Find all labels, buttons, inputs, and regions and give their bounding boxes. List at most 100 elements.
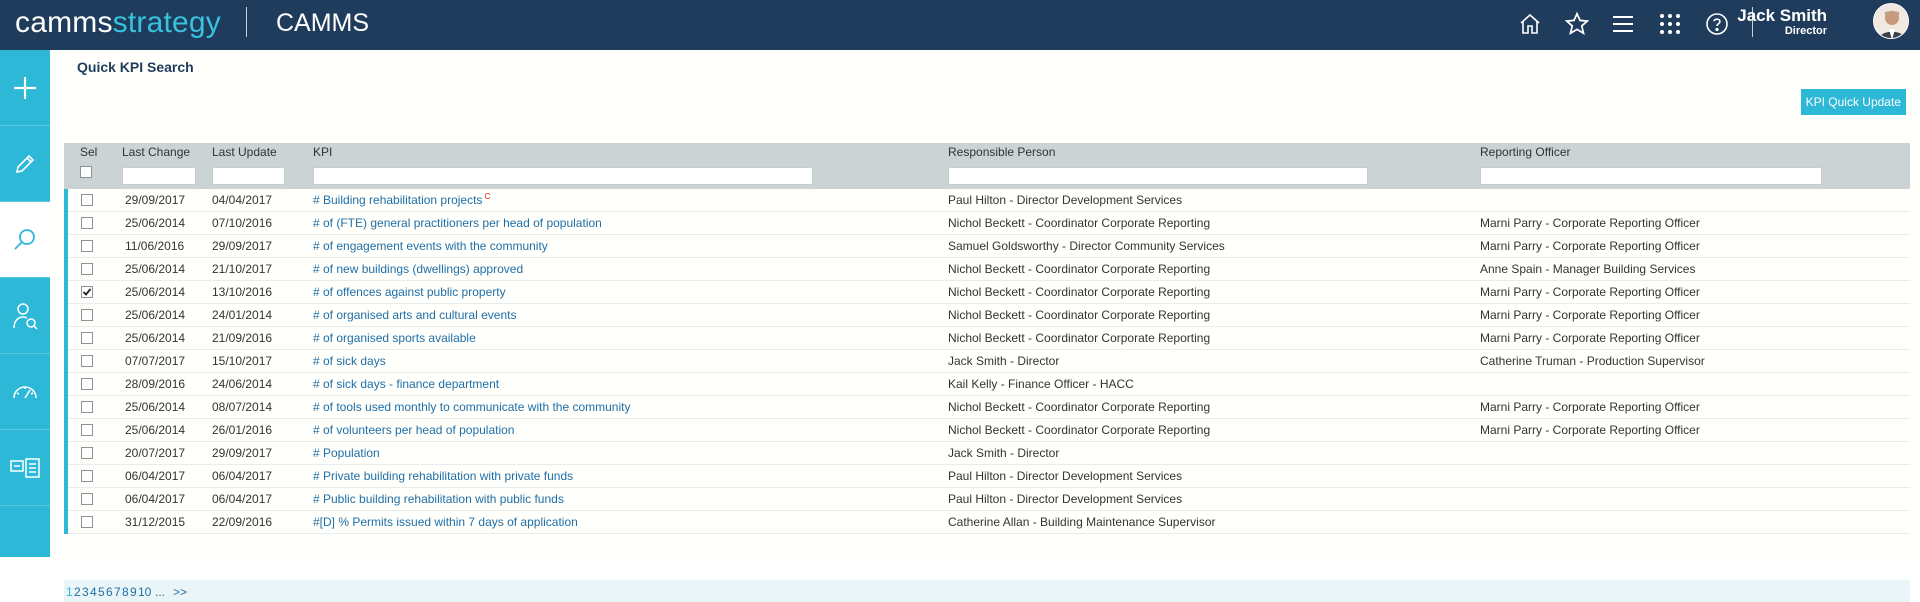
table-row[interactable]: 25/06/2014 21/10/2017 # of new buildings (… [64,258,1910,281]
row-select-checkbox[interactable] [81,470,93,482]
cell-reporting-officer: Marni Parry - Corporate Reporting Office… [1480,423,1700,437]
home-icon[interactable] [1515,9,1545,39]
cell-reporting-officer: Catherine Truman - Production Supervisor [1480,354,1705,368]
column-header-last-update[interactable]: Last Update [212,145,277,159]
kpi-link[interactable]: # of (FTE) general practitioners per hea… [313,216,602,230]
pager-page-3[interactable]: 3 [82,585,89,599]
cell-last-change: 07/07/2017 [125,354,186,368]
pager-page-6[interactable]: 6 [106,585,113,599]
column-header-reporting-officer[interactable]: Reporting Officer [1480,145,1571,159]
avatar[interactable] [1873,3,1909,39]
column-header-last-change[interactable]: Last Change [122,145,190,159]
table-row[interactable]: 25/06/2014 24/01/2014 # of organised arts … [64,304,1910,327]
pager-page-7[interactable]: 7 [114,585,121,599]
pager-page-4[interactable]: 4 [90,585,97,599]
row-select-checkbox[interactable] [81,309,93,321]
cell-kpi: # of sick days - finance department [313,377,499,391]
sidebar-item-dashboard[interactable] [0,354,50,430]
table-row[interactable]: 06/04/2017 06/04/2017 # Public building re… [64,488,1910,511]
pager-page-8[interactable]: 8 [122,585,129,599]
cell-kpi: #[D] % Permits issued within 7 days of a… [313,515,578,529]
kpi-link[interactable]: # Population [313,446,380,460]
user-name[interactable]: Jack Smith [1737,6,1827,26]
cell-kpi: # of volunteers per head of population [313,423,514,437]
filter-last-update[interactable] [212,167,285,185]
cell-responsible-person: Paul Hilton - Director Development Servi… [948,469,1183,483]
table-row[interactable]: 25/06/2014 26/01/2016 # of volunteers per … [64,419,1910,442]
kpi-link[interactable]: # Public building rehabilitation with pu… [313,492,564,506]
kpi-link[interactable]: # of offences against public property [313,285,506,299]
row-select-checkbox[interactable] [81,493,93,505]
column-header-kpi[interactable]: KPI [313,145,332,159]
sidebar-item-user-search[interactable] [0,278,50,354]
kpi-link[interactable]: #[D] % Permits issued within 7 days of a… [313,515,578,529]
table-row[interactable]: 06/04/2017 06/04/2017 # Private building r… [64,465,1910,488]
kpi-link[interactable]: # of sick days [313,354,386,368]
menu-icon[interactable] [1608,9,1638,39]
table-row[interactable]: 25/06/2014 21/09/2016 # of organised sport… [64,327,1910,350]
pager-page-9[interactable]: 9 [130,585,137,599]
table-row[interactable]: 25/06/2014 08/07/2014 # of tools used mont… [64,396,1910,419]
filter-responsible-person[interactable] [948,167,1368,185]
cell-last-update: 07/10/2016 [212,216,273,230]
kpi-quick-update-button[interactable]: KPI Quick Update [1800,89,1906,115]
table-row[interactable]: 07/07/2017 15/10/2017 # of sick days Jack S… [64,350,1910,373]
sidebar-item-add[interactable] [0,50,50,126]
kpi-link[interactable]: # of tools used monthly to communicate w… [313,400,630,414]
pager-more[interactable]: ... [155,585,165,599]
kpi-link[interactable]: # of engagement events with the communit… [313,239,548,253]
filter-last-change[interactable] [122,167,196,185]
sidebar-item-search[interactable] [0,202,50,278]
select-all-checkbox[interactable] [80,166,92,178]
filter-kpi[interactable] [313,167,813,185]
cell-kpi: # of organised arts and cultural events [313,308,516,322]
row-select-checkbox[interactable] [81,286,93,298]
cell-kpi: # Building rehabilitation projects C [313,192,490,207]
apps-grid-icon[interactable] [1655,9,1685,39]
row-select-checkbox[interactable] [81,516,93,528]
row-select-checkbox[interactable] [81,447,93,459]
row-select-checkbox[interactable] [81,263,93,275]
row-select-checkbox[interactable] [81,401,93,413]
column-header-responsible-person[interactable]: Responsible Person [948,145,1055,159]
cell-last-update: 24/01/2014 [212,308,273,322]
pager-page-10[interactable]: 10 [138,585,151,599]
kpi-link[interactable]: # of sick days - finance department [313,377,499,391]
cell-kpi: # of engagement events with the communit… [313,239,548,253]
pager-page-2[interactable]: 2 [74,585,81,599]
kpi-link[interactable]: # of volunteers per head of population [313,423,514,437]
row-select-checkbox[interactable] [81,194,93,206]
table-row[interactable]: 25/06/2014 07/10/2016 # of (FTE) general p… [64,212,1910,235]
sidebar-item-edit[interactable] [0,126,50,202]
kpi-link[interactable]: # of organised sports available [313,331,476,345]
pager-page-1[interactable]: 1 [66,585,73,599]
kpi-link[interactable]: # of organised arts and cultural events [313,308,516,322]
column-header-sel[interactable]: Sel [80,145,97,159]
cell-responsible-person: Nichol Beckett - Coordinator Corporate R… [948,216,1211,230]
filter-reporting-officer[interactable] [1480,167,1822,185]
table-row[interactable]: 11/06/2016 29/09/2017 # of engagement even… [64,235,1910,258]
pager-page-5[interactable]: 5 [98,585,105,599]
kpi-link[interactable]: # Building rehabilitation projects [313,193,482,207]
main-content: Quick KPI Search KPI Quick Update Sel La… [50,50,1920,602]
table-row[interactable]: 29/09/2017 04/04/2017 # Building rehabilit… [64,189,1910,212]
star-icon[interactable] [1562,9,1592,39]
kpi-link[interactable]: # of new buildings (dwellings) approved [313,262,523,276]
table-row[interactable]: 31/12/2015 22/09/2016 #[D] % Permits issue… [64,511,1910,534]
row-select-checkbox[interactable] [81,424,93,436]
row-select-checkbox[interactable] [81,240,93,252]
row-select-checkbox[interactable] [81,217,93,229]
table-row[interactable]: 28/09/2016 24/06/2014 # of sick days - fin… [64,373,1910,396]
table-row[interactable]: 20/07/2017 29/09/2017 # Population Jack Smi… [64,442,1910,465]
pager-next[interactable]: >> [173,585,187,599]
cell-reporting-officer: Marni Parry - Corporate Reporting Office… [1480,331,1700,345]
camms-strategy-logo[interactable]: cammsstrategy [15,6,221,40]
kpi-link[interactable]: # Private building rehabilitation with p… [313,469,573,483]
table-row[interactable]: 25/06/2014 13/10/2016 # of offences agains… [64,281,1910,304]
row-select-checkbox[interactable] [81,355,93,367]
row-select-checkbox[interactable] [81,332,93,344]
row-select-checkbox[interactable] [81,378,93,390]
pagination: 1 2 3 4 5 6 7 8 9 10... >> [64,580,1910,602]
sidebar-item-reports[interactable] [0,430,50,506]
help-icon[interactable] [1702,9,1732,39]
